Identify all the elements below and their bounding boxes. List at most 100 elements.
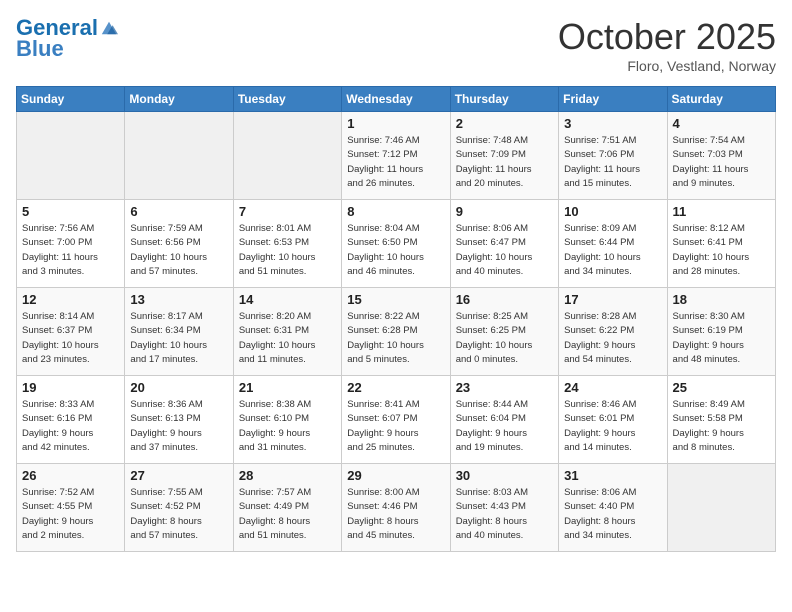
page-header: General Blue October 2025 Floro, Vestlan… [16, 16, 776, 74]
day-number: 15 [347, 292, 444, 307]
day-number: 16 [456, 292, 553, 307]
day-number: 5 [22, 204, 119, 219]
day-info: Sunrise: 7:51 AM Sunset: 7:06 PM Dayligh… [564, 134, 661, 191]
calendar-cell: 19Sunrise: 8:33 AM Sunset: 6:16 PM Dayli… [17, 376, 125, 464]
calendar-cell: 1Sunrise: 7:46 AM Sunset: 7:12 PM Daylig… [342, 112, 450, 200]
calendar-cell: 18 Sunrise: 8:30 AM Sunset: 6:19 PM Dayli… [667, 288, 775, 376]
day-info: Sunrise: 7:55 AM Sunset: 4:52 PM Dayligh… [130, 486, 227, 543]
day-number: 28 [239, 468, 336, 483]
calendar-cell: 15Sunrise: 8:22 AM Sunset: 6:28 PM Dayli… [342, 288, 450, 376]
day-info: Sunrise: 8:12 AM Sunset: 6:41 PM Dayligh… [673, 222, 770, 279]
day-info: Sunrise: 8:00 AM Sunset: 4:46 PM Dayligh… [347, 486, 444, 543]
weekday-header: Friday [559, 87, 667, 112]
calendar-cell [667, 464, 775, 552]
weekday-header: Thursday [450, 87, 558, 112]
day-info: Sunrise: 8:41 AM Sunset: 6:07 PM Dayligh… [347, 398, 444, 455]
calendar-week-row: 19Sunrise: 8:33 AM Sunset: 6:16 PM Dayli… [17, 376, 776, 464]
day-number: 23 [456, 380, 553, 395]
calendar-cell [17, 112, 125, 200]
calendar-cell: 5 Sunrise: 7:56 AM Sunset: 7:00 PM Daylig… [17, 200, 125, 288]
calendar-cell: 2 Sunrise: 7:48 AM Sunset: 7:09 PM Daylig… [450, 112, 558, 200]
day-number: 18 [673, 292, 770, 307]
month-title: October 2025 [558, 16, 776, 58]
day-info: Sunrise: 7:57 AM Sunset: 4:49 PM Dayligh… [239, 486, 336, 543]
day-number: 27 [130, 468, 227, 483]
calendar-cell: 29Sunrise: 8:00 AM Sunset: 4:46 PM Dayli… [342, 464, 450, 552]
day-info: Sunrise: 8:17 AM Sunset: 6:34 PM Dayligh… [130, 310, 227, 367]
day-info: Sunrise: 8:38 AM Sunset: 6:10 PM Dayligh… [239, 398, 336, 455]
day-number: 25 [673, 380, 770, 395]
calendar-cell: 25 Sunrise: 8:49 AM Sunset: 5:58 PM Dayli… [667, 376, 775, 464]
calendar-cell: 17 Sunrise: 8:28 AM Sunset: 6:22 PM Dayli… [559, 288, 667, 376]
day-number: 13 [130, 292, 227, 307]
calendar-cell [233, 112, 341, 200]
weekday-header: Tuesday [233, 87, 341, 112]
day-number: 17 [564, 292, 661, 307]
day-number: 3 [564, 116, 661, 131]
weekday-header-row: SundayMondayTuesdayWednesdayThursdayFrid… [17, 87, 776, 112]
day-number: 4 [673, 116, 770, 131]
day-info: Sunrise: 8:36 AM Sunset: 6:13 PM Dayligh… [130, 398, 227, 455]
calendar-cell: 30 Sunrise: 8:03 AM Sunset: 4:43 PM Dayli… [450, 464, 558, 552]
calendar-cell: 10Sunrise: 8:09 AM Sunset: 6:44 PM Dayli… [559, 200, 667, 288]
calendar-cell: 7 Sunrise: 8:01 AM Sunset: 6:53 PM Daylig… [233, 200, 341, 288]
day-info: Sunrise: 8:20 AM Sunset: 6:31 PM Dayligh… [239, 310, 336, 367]
day-info: Sunrise: 7:54 AM Sunset: 7:03 PM Dayligh… [673, 134, 770, 191]
day-info: Sunrise: 7:56 AM Sunset: 7:00 PM Dayligh… [22, 222, 119, 279]
day-number: 9 [456, 204, 553, 219]
calendar-cell: 21Sunrise: 8:38 AM Sunset: 6:10 PM Dayli… [233, 376, 341, 464]
day-number: 6 [130, 204, 227, 219]
calendar-cell: 24 Sunrise: 8:46 AM Sunset: 6:01 PM Dayli… [559, 376, 667, 464]
calendar-week-row: 26 Sunrise: 7:52 AM Sunset: 4:55 PM Dayli… [17, 464, 776, 552]
day-number: 30 [456, 468, 553, 483]
day-info: Sunrise: 8:03 AM Sunset: 4:43 PM Dayligh… [456, 486, 553, 543]
calendar-cell: 3 Sunrise: 7:51 AM Sunset: 7:06 PM Daylig… [559, 112, 667, 200]
day-info: Sunrise: 7:52 AM Sunset: 4:55 PM Dayligh… [22, 486, 119, 543]
calendar-cell: 4 Sunrise: 7:54 AM Sunset: 7:03 PM Daylig… [667, 112, 775, 200]
day-info: Sunrise: 7:59 AM Sunset: 6:56 PM Dayligh… [130, 222, 227, 279]
logo-icon [100, 19, 118, 37]
day-info: Sunrise: 8:30 AM Sunset: 6:19 PM Dayligh… [673, 310, 770, 367]
calendar-cell: 8 Sunrise: 8:04 AM Sunset: 6:50 PM Daylig… [342, 200, 450, 288]
day-info: Sunrise: 8:04 AM Sunset: 6:50 PM Dayligh… [347, 222, 444, 279]
day-info: Sunrise: 7:48 AM Sunset: 7:09 PM Dayligh… [456, 134, 553, 191]
day-number: 20 [130, 380, 227, 395]
day-info: Sunrise: 8:46 AM Sunset: 6:01 PM Dayligh… [564, 398, 661, 455]
logo: General Blue [16, 16, 118, 62]
weekday-header: Saturday [667, 87, 775, 112]
day-number: 12 [22, 292, 119, 307]
calendar-cell [125, 112, 233, 200]
day-number: 8 [347, 204, 444, 219]
calendar-cell: 12Sunrise: 8:14 AM Sunset: 6:37 PM Dayli… [17, 288, 125, 376]
day-number: 19 [22, 380, 119, 395]
day-info: Sunrise: 7:46 AM Sunset: 7:12 PM Dayligh… [347, 134, 444, 191]
calendar-cell: 28 Sunrise: 7:57 AM Sunset: 4:49 PM Dayli… [233, 464, 341, 552]
calendar-week-row: 12Sunrise: 8:14 AM Sunset: 6:37 PM Dayli… [17, 288, 776, 376]
calendar-cell: 26 Sunrise: 7:52 AM Sunset: 4:55 PM Dayli… [17, 464, 125, 552]
day-number: 14 [239, 292, 336, 307]
day-number: 2 [456, 116, 553, 131]
day-info: Sunrise: 8:28 AM Sunset: 6:22 PM Dayligh… [564, 310, 661, 367]
calendar-cell: 11Sunrise: 8:12 AM Sunset: 6:41 PM Dayli… [667, 200, 775, 288]
day-info: Sunrise: 8:49 AM Sunset: 5:58 PM Dayligh… [673, 398, 770, 455]
calendar-table: SundayMondayTuesdayWednesdayThursdayFrid… [16, 86, 776, 552]
calendar-week-row: 5 Sunrise: 7:56 AM Sunset: 7:00 PM Daylig… [17, 200, 776, 288]
weekday-header: Wednesday [342, 87, 450, 112]
weekday-header: Sunday [17, 87, 125, 112]
calendar-week-row: 1Sunrise: 7:46 AM Sunset: 7:12 PM Daylig… [17, 112, 776, 200]
calendar-cell: 6 Sunrise: 7:59 AM Sunset: 6:56 PM Daylig… [125, 200, 233, 288]
calendar-body: 1Sunrise: 7:46 AM Sunset: 7:12 PM Daylig… [17, 112, 776, 552]
calendar-cell: 22 Sunrise: 8:41 AM Sunset: 6:07 PM Dayli… [342, 376, 450, 464]
day-number: 7 [239, 204, 336, 219]
day-info: Sunrise: 8:01 AM Sunset: 6:53 PM Dayligh… [239, 222, 336, 279]
calendar-cell: 13 Sunrise: 8:17 AM Sunset: 6:34 PM Dayli… [125, 288, 233, 376]
calendar-cell: 23 Sunrise: 8:44 AM Sunset: 6:04 PM Dayli… [450, 376, 558, 464]
calendar-cell: 20 Sunrise: 8:36 AM Sunset: 6:13 PM Dayli… [125, 376, 233, 464]
location: Floro, Vestland, Norway [558, 58, 776, 74]
day-number: 26 [22, 468, 119, 483]
day-number: 10 [564, 204, 661, 219]
day-number: 22 [347, 380, 444, 395]
day-number: 24 [564, 380, 661, 395]
calendar-cell: 14 Sunrise: 8:20 AM Sunset: 6:31 PM Dayli… [233, 288, 341, 376]
day-info: Sunrise: 8:44 AM Sunset: 6:04 PM Dayligh… [456, 398, 553, 455]
